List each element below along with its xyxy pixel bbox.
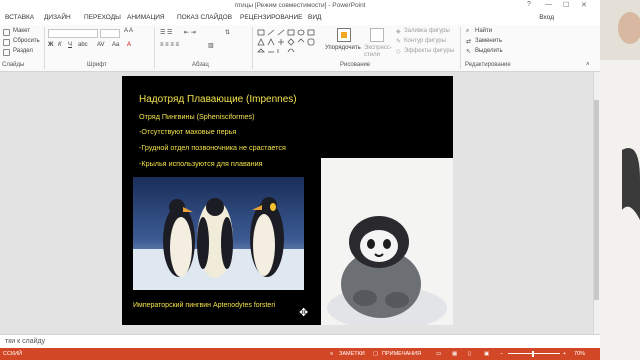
- tab-animations[interactable]: АНИМАЦИЯ: [127, 11, 165, 25]
- group-separator: [460, 27, 461, 69]
- indent-icon[interactable]: ⇤ ⇥: [184, 29, 196, 36]
- replace-button[interactable]: Заменить: [475, 38, 502, 44]
- layout-button[interactable]: Макет: [13, 28, 30, 34]
- slide-caption[interactable]: Императорский пингвин Aptenodytes forste…: [133, 302, 275, 309]
- replace-icon: ⇄: [466, 39, 472, 45]
- spacing-icon[interactable]: AV: [97, 42, 105, 48]
- tab-view[interactable]: ВИД: [308, 11, 321, 25]
- select-icon: ↖: [466, 49, 472, 55]
- comments-button[interactable]: ПРИМЕЧАНИЯ: [382, 348, 421, 360]
- status-bar: ССКИЙ ≡ ЗАМЕТКИ ▢ ПРИМЕЧАНИЯ ▭ ▦ ▯ ▣ − +…: [0, 348, 600, 360]
- arrange-button[interactable]: Упорядочить: [325, 45, 361, 51]
- paragraph-group-label: Абзац: [192, 62, 209, 68]
- zoom-out-icon[interactable]: −: [500, 348, 503, 360]
- zoom-slider-thumb[interactable]: [532, 351, 534, 357]
- reset-icon: [3, 39, 10, 46]
- minimize-button[interactable]: —: [545, 1, 552, 8]
- ribbon-tabs: ВСТАВКА ДИЗАЙН ПЕРЕХОДЫ АНИМАЦИЯ ПОКАЗ С…: [0, 11, 600, 25]
- slide-line[interactable]: Отряд Пингвины (Sphenisciformes): [139, 112, 255, 121]
- slides-group-label: Слайды: [2, 62, 25, 68]
- text-direction-icon[interactable]: ⇅: [225, 29, 230, 36]
- tab-review[interactable]: РЕЦЕНЗИРОВАНИЕ: [240, 11, 303, 25]
- group-separator: [44, 27, 45, 69]
- notes-button[interactable]: ЗАМЕТКИ: [339, 348, 365, 360]
- reset-button[interactable]: Сбросить: [13, 38, 40, 44]
- layout-icon: [3, 29, 10, 36]
- section-button[interactable]: Раздел: [13, 48, 33, 54]
- case-icon[interactable]: Aa: [112, 42, 119, 48]
- font-name-field[interactable]: [48, 29, 98, 38]
- quick-styles-icon: [370, 28, 384, 42]
- normal-view-icon[interactable]: ▭: [436, 348, 441, 360]
- slide-title[interactable]: Надотряд Плавающие (Impennes): [139, 94, 297, 105]
- sorter-view-icon[interactable]: ▦: [452, 348, 457, 360]
- zoom-in-icon[interactable]: +: [563, 348, 566, 360]
- select-button[interactable]: Выделить: [475, 48, 503, 54]
- help-icon[interactable]: ?: [527, 1, 531, 8]
- reading-view-icon[interactable]: ▯: [468, 348, 471, 360]
- group-separator: [252, 27, 253, 69]
- notes-pane[interactable]: тки к слайду: [0, 334, 600, 348]
- find-button[interactable]: Найти: [475, 28, 492, 34]
- editing-group-label: Редактирование: [465, 62, 511, 68]
- shape-outline-button[interactable]: Контур фигуры: [404, 38, 446, 44]
- shape-fill-button[interactable]: Заливка фигуры: [404, 28, 450, 34]
- group-separator: [154, 27, 155, 69]
- strikethrough-icon[interactable]: abc: [78, 42, 88, 48]
- comments-icon[interactable]: ▢: [373, 348, 378, 360]
- drawing-group-label: Рисование: [340, 62, 371, 68]
- arrange-icon: [337, 28, 351, 42]
- shape-fill-icon: ◈: [396, 29, 401, 35]
- shape-effects-button[interactable]: Эффекты фигуры: [404, 48, 454, 54]
- tab-design[interactable]: ДИЗАЙН: [44, 11, 71, 25]
- font-color-icon[interactable]: A: [127, 42, 131, 48]
- scrollbar-thumb[interactable]: [594, 100, 599, 300]
- font-size-field[interactable]: [100, 29, 120, 38]
- webcam-video: [600, 0, 640, 360]
- columns-icon[interactable]: ▥: [208, 42, 214, 49]
- quick-styles-button[interactable]: Экспресс-стили: [364, 45, 394, 59]
- mouse-cursor-icon: ✥: [299, 307, 309, 319]
- section-icon: [3, 49, 10, 56]
- window-title: птицы [Режим совместимости] - PowerPoint: [234, 2, 366, 9]
- notes-icon[interactable]: ≡: [330, 348, 333, 360]
- maximize-button[interactable]: ☐: [563, 1, 569, 9]
- tab-slideshow[interactable]: ПОКАЗ СЛАЙДОВ: [177, 11, 232, 25]
- shape-outline-icon: ✎: [396, 39, 402, 45]
- underline-icon[interactable]: Ч: [68, 42, 72, 48]
- slide-line[interactable]: -Крылья используются для плавания: [139, 159, 263, 168]
- chick-photo[interactable]: [321, 158, 453, 325]
- tab-transitions[interactable]: ПЕРЕХОДЫ: [84, 11, 121, 25]
- align-icons[interactable]: ≡ ≡ ≡ ≡: [160, 42, 179, 48]
- bold-icon[interactable]: Ж: [48, 42, 53, 48]
- notes-placeholder[interactable]: тки к слайду: [5, 335, 45, 349]
- italic-icon[interactable]: К: [58, 42, 62, 48]
- close-button[interactable]: ✕: [581, 1, 587, 9]
- slide-line[interactable]: -Грудной отдел позвоночника не срастаетс…: [139, 143, 286, 152]
- penguins-photo[interactable]: [133, 177, 304, 290]
- zoom-slider[interactable]: [508, 353, 560, 354]
- slide-line[interactable]: -Отсутствуют маховые перья: [139, 127, 236, 136]
- slideshow-view-icon[interactable]: ▣: [484, 348, 489, 360]
- font-group-label: Шрифт: [87, 62, 107, 68]
- zoom-level[interactable]: 70%: [574, 348, 585, 360]
- shapes-gallery[interactable]: [256, 28, 320, 56]
- login-link[interactable]: Вход: [539, 11, 554, 25]
- bullets-icon[interactable]: ☰ ☰: [160, 29, 172, 36]
- title-bar: птицы [Режим совместимости] - PowerPoint…: [0, 0, 600, 11]
- collapse-ribbon-icon[interactable]: ˄: [586, 62, 590, 68]
- tab-insert[interactable]: ВСТАВКА: [5, 11, 34, 25]
- ribbon: Макет Сбросить Раздел Слайды A A Ж К Ч a…: [0, 25, 600, 72]
- shape-effects-icon: ◇: [396, 49, 401, 55]
- language-indicator[interactable]: ССКИЙ: [3, 348, 22, 360]
- grow-font-icon[interactable]: A A: [124, 28, 133, 34]
- find-icon: ⌕: [466, 28, 470, 34]
